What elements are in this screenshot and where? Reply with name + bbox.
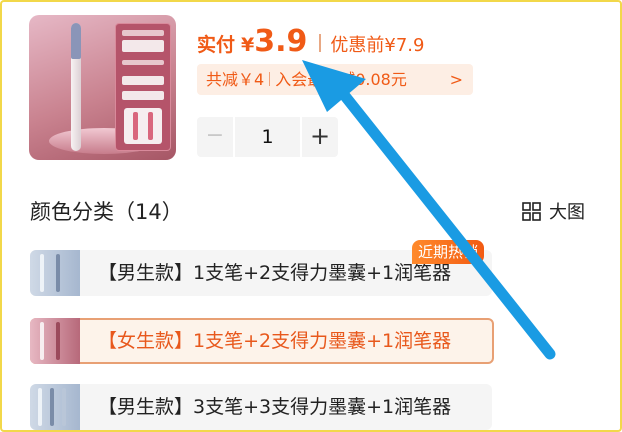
pen-image: [50, 388, 54, 426]
packaging-text-line: [122, 76, 164, 85]
price-divider: [319, 34, 322, 52]
quantity-stepper: − 1 +: [197, 117, 340, 157]
packaging-text-line: [122, 91, 164, 100]
total-discount-text: 共减￥4: [206, 70, 265, 89]
grid-icon: [522, 202, 541, 221]
final-price: 3.9: [254, 24, 308, 59]
large-view-toggle[interactable]: 大图: [522, 198, 585, 224]
price-row: 实付 ¥3.9 优惠前¥7.9: [197, 24, 425, 59]
variant-label: 【女生款】1支笔+2支得力墨囊+1润笔器: [98, 330, 452, 352]
variant-label: 【男生款】3支笔+3支得力墨囊+1润笔器: [98, 396, 452, 418]
product-thumbnail[interactable]: [29, 15, 176, 160]
membership-discount-text: 入会最高减0.08元: [275, 70, 407, 89]
packaging-window: [124, 108, 162, 144]
pen-image: [56, 322, 60, 360]
large-view-label: 大图: [549, 202, 585, 223]
hot-sale-badge: 近期热销: [412, 240, 485, 264]
original-price: ¥7.9: [384, 35, 425, 56]
chevron-right-icon: >: [449, 70, 463, 89]
currency-symbol: ¥: [241, 34, 255, 56]
pen-image: [62, 388, 66, 426]
pen-image: [56, 254, 60, 292]
variant-option-male-3[interactable]: 【男生款】3支笔+3支得力墨囊+1润笔器: [30, 384, 492, 430]
ink-cartridge-image: [133, 112, 138, 140]
variant-thumbnail: [30, 318, 80, 364]
packaging-text-line: [122, 40, 164, 52]
packaging-card: [115, 23, 171, 151]
pen-image: [40, 254, 44, 292]
decrease-quantity-button[interactable]: −: [197, 117, 233, 157]
variant-section-title: 颜色分类（14）: [30, 200, 183, 224]
packaging-text-line: [122, 30, 164, 36]
original-price-label: 优惠前: [330, 35, 385, 56]
variant-thumbnail: [30, 250, 80, 296]
variant-label: 【男生款】1支笔+2支得力墨囊+1润笔器: [98, 262, 452, 284]
discount-details-button[interactable]: 共减￥4 入会最高减0.08元 >: [197, 64, 473, 95]
variant-thumbnail: [30, 384, 80, 430]
quantity-input[interactable]: 1: [235, 117, 300, 157]
pen-image: [40, 322, 44, 360]
pen-image: [38, 388, 42, 426]
variant-option-female-1[interactable]: 【女生款】1支笔+2支得力墨囊+1润笔器: [30, 318, 494, 364]
packaging-text-line: [122, 60, 164, 65]
increase-quantity-button[interactable]: +: [302, 117, 338, 157]
discount-divider: [269, 72, 271, 86]
ink-cartridge-image: [148, 112, 153, 140]
final-price-label: 实付: [197, 34, 236, 56]
pen-cap-image: [71, 23, 81, 59]
